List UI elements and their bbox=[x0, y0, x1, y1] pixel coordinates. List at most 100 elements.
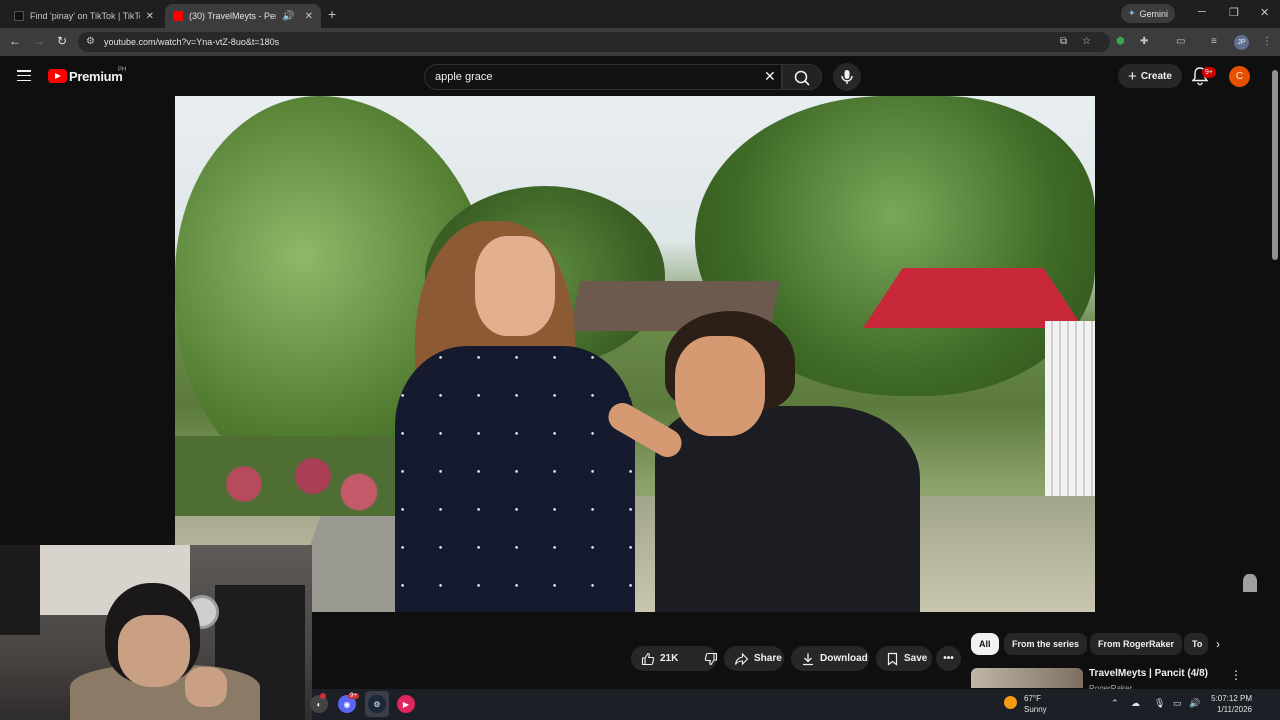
bookmark-icon bbox=[887, 652, 898, 666]
gemini-label: Gemini bbox=[1139, 8, 1169, 19]
more-horizontal-icon: ••• bbox=[943, 653, 954, 664]
system-clock[interactable]: 5:07:12 PM 1/11/2026 bbox=[1206, 693, 1252, 715]
tiktok-icon bbox=[14, 11, 24, 21]
youtube-logo-icon[interactable] bbox=[48, 69, 67, 83]
media-player-icon[interactable]: ▶ bbox=[397, 695, 415, 713]
webcam-person bbox=[185, 667, 227, 707]
country-code: PH bbox=[118, 67, 127, 73]
create-label: Create bbox=[1140, 70, 1172, 82]
clear-search-icon[interactable]: ✕ bbox=[764, 68, 776, 85]
chip-label: All bbox=[979, 639, 991, 649]
download-icon bbox=[803, 653, 813, 665]
chevron-right-icon[interactable]: › bbox=[1216, 637, 1220, 651]
video-frame-plants bbox=[175, 436, 405, 516]
hamburger-menu-icon[interactable] bbox=[17, 70, 31, 81]
network-icon[interactable]: ▭ bbox=[1173, 698, 1182, 709]
chip-all[interactable]: All bbox=[971, 633, 999, 655]
video-frame-fence bbox=[1045, 321, 1095, 511]
like-dislike-group: 21K bbox=[631, 646, 718, 671]
weather-widget[interactable]: 67°F Sunny bbox=[1024, 693, 1047, 715]
url-text: youtube.com/watch?v=Yna-vtZ-8uo&t=180s bbox=[104, 37, 280, 47]
profile-initials: JP bbox=[1237, 39, 1246, 46]
cast-icon[interactable]: ▭ bbox=[1176, 36, 1185, 47]
video-frame-person bbox=[655, 406, 920, 612]
chip-from-the-series[interactable]: From the series bbox=[1004, 633, 1088, 655]
video-player[interactable] bbox=[175, 96, 1095, 612]
tray-overflow-icon[interactable]: ⌃ bbox=[1111, 698, 1119, 709]
kebab-menu-icon[interactable]: ⋮ bbox=[1230, 668, 1242, 682]
webcam-overlay bbox=[0, 545, 312, 720]
chip-from-rogerraker[interactable]: From RogerRaker bbox=[1090, 633, 1183, 655]
maximize-button[interactable]: ❐ bbox=[1229, 6, 1239, 19]
microphone-tray-icon[interactable]: 🎙 bbox=[1154, 698, 1165, 709]
steam-icon[interactable]: ⚙ bbox=[368, 695, 386, 713]
video-frame-person bbox=[395, 346, 635, 612]
avatar-letter: C bbox=[1235, 71, 1244, 82]
chip-label: To bbox=[1192, 639, 1203, 649]
plus-icon: + bbox=[1128, 67, 1137, 85]
webcam-person bbox=[118, 615, 190, 687]
video-frame-person bbox=[475, 236, 555, 336]
chip-label: From the series bbox=[1012, 639, 1080, 649]
onedrive-icon[interactable]: ☁ bbox=[1131, 698, 1140, 709]
share-label: Share bbox=[754, 653, 782, 664]
tab-title: Find 'pinay' on TikTok | TikTok S bbox=[30, 11, 140, 21]
recommended-title[interactable]: TravelMeyts | Pancit (4/8) bbox=[1089, 668, 1208, 679]
site-info-icon[interactable]: ⚙ bbox=[86, 36, 95, 47]
tab-title: (30) TravelMeyts - Perstaym bbox=[189, 11, 276, 21]
download-button[interactable]: Download bbox=[791, 646, 869, 671]
address-bar[interactable]: youtube.com/watch?v=Yna-vtZ-8uo&t=180s bbox=[78, 32, 1110, 52]
chip-truncated[interactable]: To bbox=[1184, 633, 1208, 655]
recommended-thumbnail[interactable] bbox=[971, 668, 1083, 688]
tab-youtube[interactable]: (30) TravelMeyts - Perstaym 🔊 ✕ bbox=[165, 4, 321, 28]
back-button[interactable]: ← bbox=[9, 34, 21, 48]
voice-search-button[interactable] bbox=[833, 63, 861, 91]
download-label: Download bbox=[820, 653, 868, 664]
close-tab-icon[interactable]: ✕ bbox=[146, 11, 154, 22]
save-button[interactable]: Save bbox=[876, 646, 932, 671]
youtube-icon bbox=[173, 11, 183, 21]
search-button[interactable] bbox=[782, 64, 822, 90]
volume-icon[interactable]: 🔊 bbox=[1189, 698, 1200, 709]
dislike-button[interactable] bbox=[696, 646, 726, 671]
notification-badge: 9+ bbox=[1202, 67, 1216, 78]
clock-date: 1/11/2026 bbox=[1217, 705, 1252, 714]
chrome-menu-icon[interactable]: ⋮ bbox=[1262, 36, 1272, 47]
more-actions-button[interactable]: ••• bbox=[936, 646, 961, 671]
reload-button[interactable]: ↻ bbox=[57, 34, 67, 48]
close-window-button[interactable]: ✕ bbox=[1260, 6, 1269, 19]
weather-sun-icon[interactable] bbox=[1004, 696, 1017, 709]
search-input[interactable]: apple grace bbox=[424, 64, 782, 90]
minimize-button[interactable]: ─ bbox=[1198, 6, 1206, 18]
like-count: 21K bbox=[660, 653, 679, 664]
weather-temp: 67°F bbox=[1024, 694, 1041, 703]
video-frame-person bbox=[675, 336, 765, 436]
account-avatar[interactable]: C bbox=[1229, 66, 1250, 87]
extension-shield-icon[interactable]: ⬢ bbox=[1116, 36, 1125, 47]
install-app-icon[interactable]: ⧉ bbox=[1060, 36, 1067, 47]
youtube-premium-logo[interactable]: Premium bbox=[69, 69, 123, 84]
forward-button[interactable]: → bbox=[33, 34, 45, 48]
extensions-icon[interactable]: ✚ bbox=[1140, 36, 1148, 47]
close-tab-icon[interactable]: ✕ bbox=[305, 11, 313, 22]
thumbs-up-icon bbox=[641, 652, 655, 665]
like-button[interactable]: 21K bbox=[631, 646, 686, 671]
new-tab-button[interactable]: + bbox=[328, 6, 336, 22]
search-value: apple grace bbox=[435, 71, 493, 83]
channel-watermark-icon[interactable] bbox=[1243, 574, 1257, 592]
discord-badge: 9+ bbox=[348, 693, 359, 699]
media-controls-icon[interactable]: ≡ bbox=[1211, 36, 1217, 47]
create-button[interactable]: + Create bbox=[1118, 64, 1182, 88]
search-icon bbox=[794, 70, 810, 86]
gemini-button[interactable]: ✦ Gemini bbox=[1121, 4, 1175, 23]
tab-tiktok[interactable]: Find 'pinay' on TikTok | TikTok S ✕ bbox=[6, 4, 162, 28]
chip-label: From RogerRaker bbox=[1098, 639, 1175, 649]
scrollbar-thumb[interactable] bbox=[1272, 70, 1278, 260]
share-button[interactable]: Share bbox=[724, 646, 784, 671]
speaker-icon[interactable]: 🔊 bbox=[282, 11, 294, 22]
bookmark-star-icon[interactable]: ☆ bbox=[1082, 36, 1091, 47]
share-arrow-icon bbox=[734, 652, 749, 665]
profile-avatar[interactable]: JP bbox=[1234, 35, 1249, 50]
webcam-background bbox=[0, 545, 40, 635]
clock-time: 5:07:12 PM bbox=[1211, 694, 1252, 703]
